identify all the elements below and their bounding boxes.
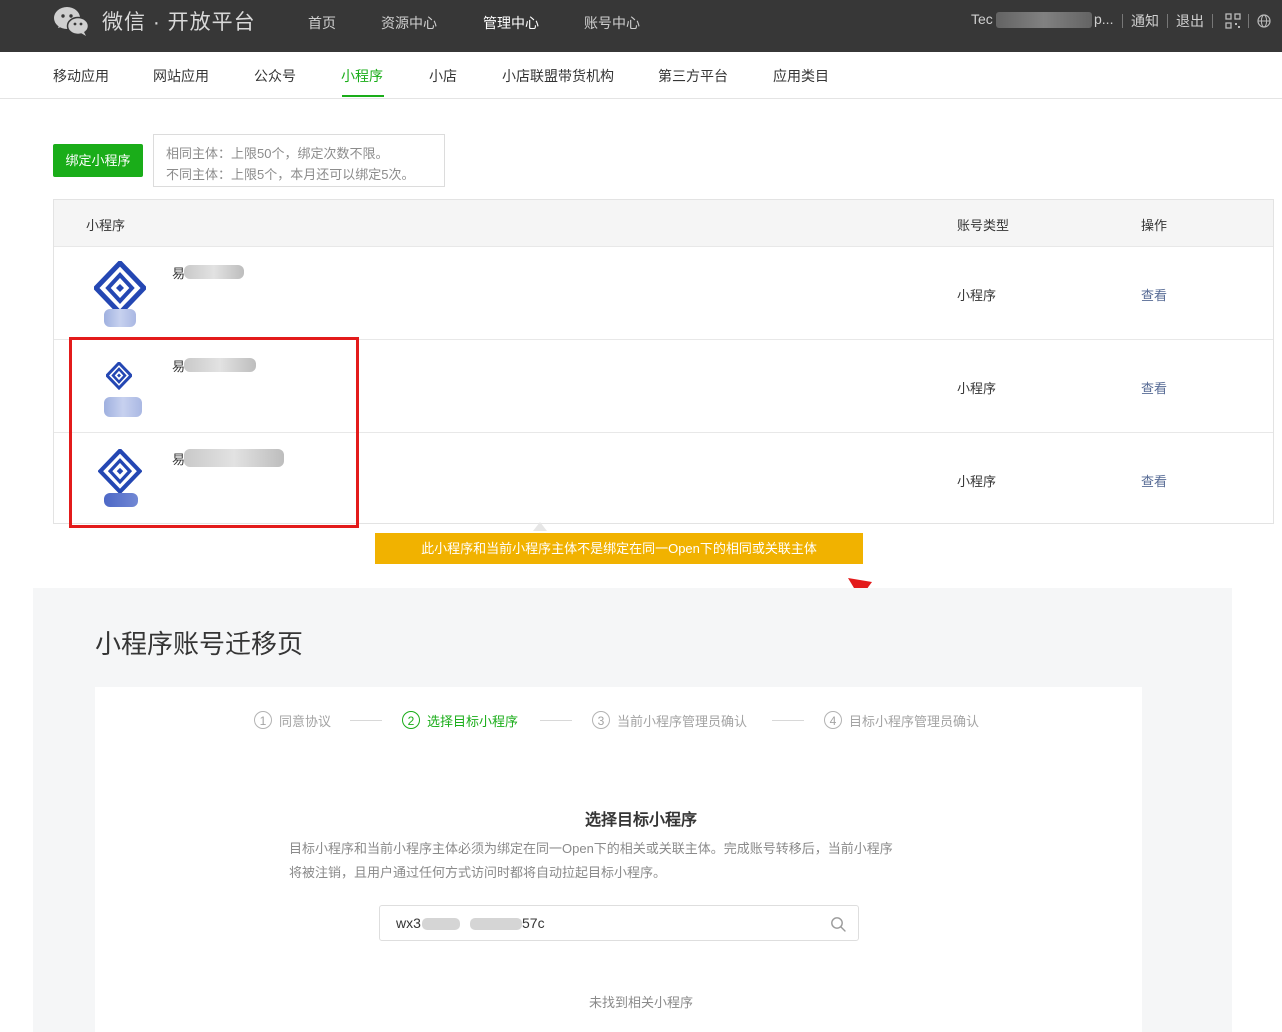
search-value-redacted [422,918,460,930]
step-connector [350,720,382,721]
globe-icon[interactable] [1257,14,1271,28]
user-name[interactable]: Tec [971,11,993,27]
step-connector [540,720,572,721]
account-type: 小程序 [957,381,997,396]
step-3-label: 当前小程序管理员确认 [617,714,748,729]
nav-resources[interactable]: 资源中心 [381,13,437,33]
no-result-message: 未找到相关小程序 [588,995,693,1010]
account-type: 小程序 [957,288,997,303]
search-value-prefix: wx3 [396,915,421,931]
divider [1212,14,1213,28]
divider [1122,14,1123,28]
column-header-account-type: 账号类型 [957,218,1010,233]
highlight-box [69,337,359,528]
step-4-number: 4 [824,711,842,729]
migration-page-title: 小程序账号迁移页 [95,629,304,659]
view-link[interactable]: 查看 [1141,471,1167,490]
logout-link[interactable]: 退出 [1176,11,1204,31]
logo-caption-redacted [104,309,136,327]
tab-shop[interactable]: 小店 [429,66,457,86]
tab-official-account[interactable]: 公众号 [254,66,296,86]
nav-management[interactable]: 管理中心 [483,13,539,33]
column-header-mini-program: 小程序 [86,218,126,233]
step-connector [772,720,804,721]
search-value-redacted [470,918,522,930]
search-value-suffix: 57c [522,915,545,931]
column-header-action: 操作 [1141,218,1168,233]
account-type: 小程序 [957,474,997,489]
view-link[interactable]: 查看 [1141,285,1167,304]
divider [1248,14,1249,28]
table-row: 易 小程序 查看 [54,246,1273,339]
bind-mini-program-button[interactable]: 绑定小程序 [53,144,143,177]
search-icon[interactable] [830,916,846,932]
notify-link[interactable]: 通知 [1131,11,1159,31]
target-appid-search-input[interactable]: wx3 57c [379,905,859,941]
select-target-title: 选择目标小程序 [584,812,697,829]
wechat-logo-icon[interactable] [53,6,89,36]
tab-third-party[interactable]: 第三方平台 [658,66,728,86]
view-link[interactable]: 查看 [1141,378,1167,397]
qr-code-icon[interactable] [1225,13,1241,29]
sub-nav: 移动应用 网站应用 公众号 小程序 小店 小店联盟带货机构 第三方平台 应用类目 [0,52,1282,99]
brand-title[interactable]: 微信 · 开放平台 [102,6,256,36]
name-redacted [184,265,244,279]
step-3-number: 3 [592,711,610,729]
active-tab-indicator [342,95,384,97]
table-header: 小程序 账号类型 操作 [54,200,1273,246]
step-2-label: 选择目标小程序 [427,714,519,729]
description-line-2: 将被注销，且用户通过任何方式访问时都将自动拉起目标小程序。 [289,865,667,880]
user-name-suffix[interactable]: p... [1094,11,1113,27]
step-2-number: 2 [402,711,420,729]
bind-tip-same-entity: 相同主体：上限50个，绑定次数不限。 [166,146,389,161]
select-target-description: 目标小程序和当前小程序主体必须为绑定在同一Open下的相关或关联主体。完成账号转… [289,837,949,885]
tab-app-category[interactable]: 应用类目 [773,66,829,86]
tab-shop-alliance[interactable]: 小店联盟带货机构 [502,66,614,86]
tab-mini-program[interactable]: 小程序 [341,66,383,86]
description-line-1: 目标小程序和当前小程序主体必须为绑定在同一Open下的相关或关联主体。完成账号转… [289,841,893,856]
divider [1167,14,1168,28]
nav-home[interactable]: 首页 [308,13,336,33]
tooltip-notch [533,522,547,531]
nav-account[interactable]: 账号中心 [584,13,640,33]
top-bar: 微信 · 开放平台 首页 资源中心 管理中心 账号中心 Tec p... 通知 … [0,0,1282,52]
bind-limit-tip: 相同主体：上限50个，绑定次数不限。 不同主体：上限5个，本月还可以绑定5次。 [153,134,445,187]
step-1-number: 1 [254,711,272,729]
user-name-redacted [996,12,1092,28]
tab-mobile-app[interactable]: 移动应用 [53,66,109,86]
tab-website-app[interactable]: 网站应用 [153,66,209,86]
step-1-label: 同意协议 [279,714,332,729]
step-4-label: 目标小程序管理员确认 [849,714,980,729]
bind-tip-different-entity: 不同主体：上限5个，本月还可以绑定5次。 [166,167,415,182]
warning-tooltip: 此小程序和当前小程序主体不是绑定在同一Open下的相同或关联主体 [375,533,863,564]
